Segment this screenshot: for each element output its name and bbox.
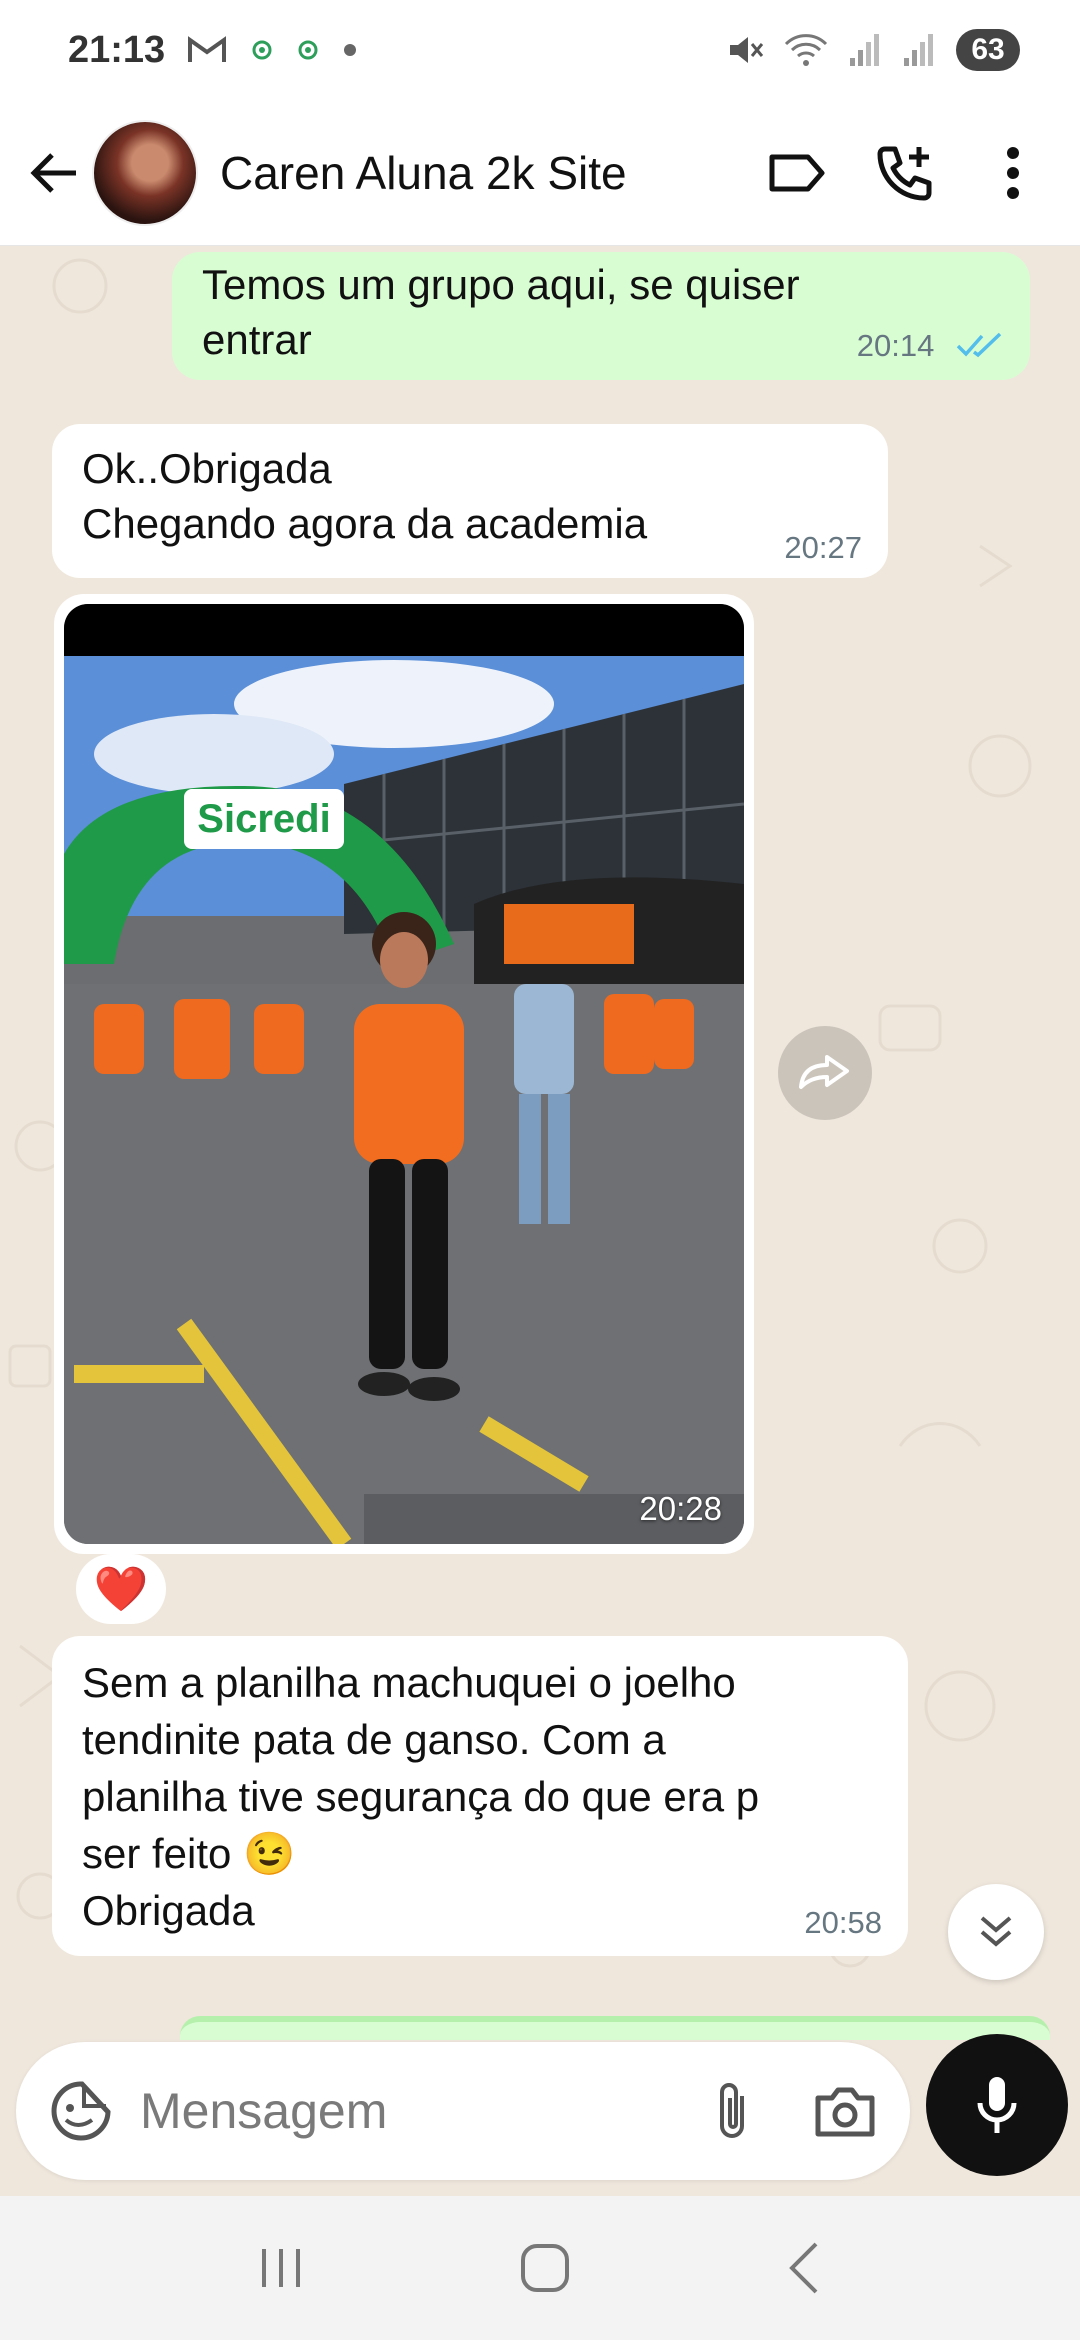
forward-icon [799, 1055, 849, 1089]
message-text: Sem a planilha machuquei o joelho [82, 1659, 736, 1706]
double-chevron-down-icon [980, 1916, 1012, 1947]
location-dot-icon [298, 40, 318, 60]
signal-icon [850, 34, 879, 66]
status-notification-icons [187, 35, 357, 65]
mute-icon [730, 37, 764, 63]
message-incoming[interactable]: Ok..Obrigada Chegando agora da academia … [52, 424, 888, 578]
home-icon[interactable] [517, 2240, 573, 2296]
message-text: ser feito 😉 [82, 1830, 296, 1878]
signal-icon [904, 34, 933, 66]
message-input[interactable]: Mensagem [140, 2082, 714, 2140]
add-call-icon [877, 146, 932, 200]
mic-icon [977, 2077, 1017, 2133]
status-system-icons: 63 [724, 29, 1020, 71]
label-icon [769, 154, 825, 191]
message-text: Chegando agora da academia [82, 499, 648, 547]
label-button[interactable] [752, 128, 842, 218]
read-ticks-icon [956, 333, 1002, 358]
message-outgoing-partial [180, 2016, 1050, 2040]
back-button[interactable] [22, 141, 86, 205]
message-text: tendinite pata de ganso. Com a [82, 1716, 666, 1764]
contact-name[interactable]: Caren Aluna 2k Site [220, 146, 734, 200]
mic-button[interactable] [926, 2034, 1068, 2176]
gmail-icon [188, 36, 227, 62]
scroll-to-bottom-button[interactable] [948, 1884, 1044, 1980]
message-text: Temos um grupo aqui, se quiser [202, 261, 800, 308]
message-text: Ok..Obrigada [82, 445, 332, 492]
message-meta: 20:14 [857, 315, 1006, 370]
system-nav-bar [0, 2196, 1080, 2340]
wifi-icon [784, 34, 828, 66]
status-time: 21:13 [68, 28, 166, 71]
location-dot-icon [252, 40, 272, 60]
back-arrow-icon [30, 152, 76, 193]
photo[interactable]: Sicredi 20:28 [64, 604, 744, 1544]
avatar[interactable] [92, 119, 198, 226]
message-incoming[interactable]: Sem a planilha machuquei o joelho tendin… [52, 1636, 908, 1956]
sticker-icon[interactable] [50, 2080, 112, 2142]
back-nav-icon[interactable] [784, 2240, 824, 2296]
more-vert-icon [1007, 146, 1019, 199]
chat-area[interactable]: Temos um grupo aqui, se quiser entrar 20… [0, 246, 1080, 2040]
dot-icon [344, 44, 357, 56]
running-event-photo: Sicredi [64, 604, 744, 1544]
message-outgoing[interactable]: Temos um grupo aqui, se quiser entrar 20… [172, 252, 1030, 380]
forward-button[interactable] [778, 1026, 872, 1120]
recent-apps-icon[interactable] [256, 2243, 306, 2293]
image-message[interactable]: Sicredi 20:28 [54, 594, 754, 1554]
message-time: 20:27 [784, 529, 862, 565]
message-time: 20:28 [639, 1490, 722, 1527]
add-call-button[interactable] [860, 128, 950, 218]
message-text: planilha tive segurança do que era p [82, 1773, 760, 1821]
attach-icon[interactable] [714, 2080, 754, 2142]
chat-header: Caren Aluna 2k Site [0, 100, 1080, 246]
status-bar: 21:13 63 [0, 0, 1080, 100]
reaction-badge[interactable]: ❤️ [76, 1554, 166, 1624]
battery-indicator: 63 [956, 29, 1020, 71]
message-composer[interactable]: Mensagem [16, 2042, 910, 2180]
more-options-button[interactable] [968, 128, 1058, 218]
banner-text: Sicredi [197, 797, 330, 841]
camera-icon[interactable] [814, 2084, 876, 2138]
message-time: 20:14 [856, 328, 935, 364]
message-text: Obrigada [82, 1887, 255, 1935]
message-time: 20:58 [804, 1904, 882, 1940]
